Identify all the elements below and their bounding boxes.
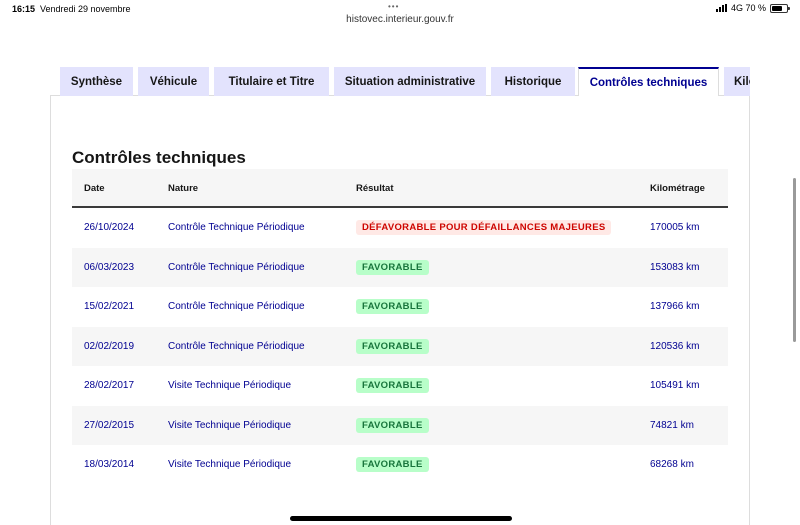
battery-level <box>772 5 782 11</box>
tab-list: Synthèse Véhicule Titulaire et Titre Sit… <box>60 67 750 96</box>
result-cell: FAVORABLE <box>356 417 429 433</box>
tab-controles-techniques[interactable]: Contrôles techniques <box>578 67 719 96</box>
row-km: 137966 km <box>650 301 700 312</box>
result-cell: FAVORABLE <box>356 299 429 314</box>
network-status: 4G 70 % <box>730 3 766 13</box>
status-badge: FAVORABLE <box>356 378 429 393</box>
table-row: 26/10/2024 Contrôle Technique Périodique… <box>72 208 728 248</box>
row-km: 170005 km <box>650 222 700 233</box>
row-nature: Contrôle Technique Périodique <box>168 301 305 312</box>
header-km: Kilométrage <box>650 183 705 194</box>
battery-icon <box>770 3 790 13</box>
row-nature: Visite Technique Périodique <box>168 419 292 431</box>
row-km: 153083 km <box>650 261 700 273</box>
url-bar[interactable]: histovec.interieur.gouv.fr <box>0 14 800 25</box>
header-date: Date <box>84 183 105 194</box>
result-cell: DÉFAVORABLE POUR DÉFAILLANCES MAJEURES <box>356 220 612 235</box>
tab-label: Titulaire et Titre <box>228 75 315 88</box>
status-badge: FAVORABLE <box>356 338 429 354</box>
row-km: 105491 km <box>650 380 700 391</box>
row-km: 68268 km <box>650 459 694 470</box>
row-date: 15/02/2021 <box>84 301 135 312</box>
tab-label: Kilo <box>734 75 750 88</box>
status-time: 16:15 <box>12 4 36 14</box>
row-nature: Contrôle Technique Périodique <box>168 222 305 233</box>
table-row: 27/02/2015 Visite Technique Périodique F… <box>72 405 728 445</box>
header-result: Résultat <box>356 183 394 194</box>
tab-vehicule[interactable]: Véhicule <box>138 67 209 96</box>
header-nature: Nature <box>168 183 199 194</box>
result-cell: FAVORABLE <box>356 338 429 354</box>
result-cell: FAVORABLE <box>356 259 429 275</box>
tab-label: Véhicule <box>149 75 198 88</box>
table-header: Date Nature Résultat Kilométrage <box>72 169 728 208</box>
tab-label: Contrôles techniques <box>589 77 708 89</box>
section-title: Contrôles techniques <box>72 148 246 167</box>
controles-table: Date Nature Résultat Kilométrage 26/10/2… <box>72 169 728 485</box>
status-indicators: 4G 70 % <box>715 3 790 13</box>
home-indicator[interactable] <box>290 516 512 521</box>
table-row: 15/02/2021 Contrôle Technique Périodique… <box>72 287 728 327</box>
tab-titulaire[interactable]: Titulaire et Titre <box>214 67 329 96</box>
multitasking-dots-icon[interactable]: ••• <box>388 2 399 11</box>
row-nature: Contrôle Technique Périodique <box>168 261 305 273</box>
table-row: 18/03/2014 Visite Technique Périodique F… <box>72 445 728 485</box>
row-km: 74821 km <box>650 419 694 431</box>
table-row: 06/03/2023 Contrôle Technique Périodique… <box>72 247 728 287</box>
row-date: 27/02/2015 <box>84 419 135 431</box>
row-date: 28/02/2017 <box>84 380 135 391</box>
status-badge: FAVORABLE <box>356 417 429 433</box>
tab-label: Situation administrative <box>344 75 476 88</box>
status-badge: DÉFAVORABLE POUR DÉFAILLANCES MAJEURES <box>356 220 612 235</box>
status-badge: FAVORABLE <box>356 299 429 314</box>
tab-kilometrage[interactable]: Kilo <box>724 67 750 96</box>
table-row: 28/02/2017 Visite Technique Périodique F… <box>72 366 728 406</box>
tab-situation-administrative[interactable]: Situation administrative <box>334 67 486 96</box>
row-nature: Visite Technique Périodique <box>168 459 292 470</box>
status-date: Vendredi 29 novembre <box>40 4 131 14</box>
row-nature: Contrôle Technique Périodique <box>168 340 305 352</box>
result-cell: FAVORABLE <box>356 457 429 472</box>
row-nature: Visite Technique Périodique <box>168 380 292 391</box>
status-badge: FAVORABLE <box>356 259 429 275</box>
tab-label: Historique <box>504 75 562 88</box>
tab-synthese[interactable]: Synthèse <box>60 67 133 96</box>
scrollbar[interactable] <box>793 178 796 342</box>
tab-label: Synthèse <box>70 75 123 88</box>
signal-icon <box>715 4 727 12</box>
row-date: 06/03/2023 <box>84 261 135 273</box>
result-cell: FAVORABLE <box>356 378 429 393</box>
tab-historique[interactable]: Historique <box>491 67 575 96</box>
row-date: 26/10/2024 <box>84 222 135 233</box>
row-date: 18/03/2014 <box>84 459 135 470</box>
row-date: 02/02/2019 <box>84 340 135 352</box>
row-km: 120536 km <box>650 340 700 352</box>
status-badge: FAVORABLE <box>356 457 429 472</box>
table-row: 02/02/2019 Contrôle Technique Périodique… <box>72 326 728 366</box>
